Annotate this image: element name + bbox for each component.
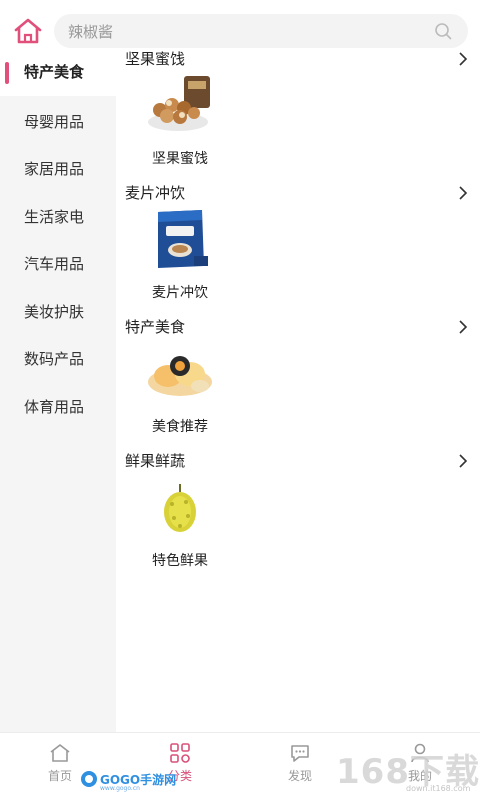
category-sidebar: 特产美食 母婴用品 家居用品 生活家电 汽车用品 美妆护肤 数码产品 体育用品: [0, 48, 116, 732]
category-section: 鲜果鲜蔬 特色鲜果: [116, 450, 480, 584]
sidebar-item-label: 汽车用品: [24, 255, 85, 273]
subcategory-label: 特色鲜果: [152, 553, 208, 569]
sidebar-item-label: 特产美食: [24, 63, 85, 81]
search-input[interactable]: 辣椒酱: [54, 14, 468, 48]
sidebar-item-sports[interactable]: 体育用品: [0, 383, 116, 431]
chevron-right-icon[interactable]: [458, 186, 468, 200]
sidebar-item-label: 数码产品: [24, 350, 85, 368]
durian-image: [164, 484, 196, 532]
subcategory-item[interactable]: 坚果蜜饯: [138, 72, 222, 172]
sidebar-item-beauty[interactable]: 美妆护肤: [0, 288, 116, 336]
chevron-right-icon[interactable]: [458, 454, 468, 468]
chevron-right-icon[interactable]: [458, 320, 468, 334]
sidebar-item-label: 体育用品: [24, 398, 85, 416]
gogo-logo-icon: [81, 771, 97, 787]
active-indicator: [5, 62, 9, 84]
sidebar-item-label: 生活家电: [24, 208, 85, 226]
coffee-pack-image: [158, 210, 208, 268]
gogo-watermark: GOGO手游网 www.gogo.cn: [80, 768, 192, 792]
watermark-subtext: down.it168.com: [406, 784, 471, 793]
home-button[interactable]: [12, 16, 44, 46]
home-icon: [14, 18, 42, 44]
subcategory-item[interactable]: 特色鲜果: [138, 474, 222, 574]
sidebar-item-label: 母婴用品: [24, 113, 85, 131]
section-title[interactable]: 麦片冲饮: [125, 182, 185, 203]
sidebar-item-label: 美妆护肤: [24, 303, 85, 321]
search-icon[interactable]: [434, 22, 452, 40]
category-section: 特产美食 美食推荐: [116, 316, 480, 450]
subcategory-label: 麦片冲饮: [152, 285, 208, 301]
category-content: 坚果蜜饯 坚果蜜饯 麦片冲饮 麦片冲饮 特产美食 美食推荐 鲜果鲜蔬 特色鲜果: [116, 48, 480, 732]
grid-icon: [170, 743, 190, 763]
subcategory-label: 坚果蜜饯: [152, 151, 208, 167]
section-title[interactable]: 坚果蜜饯: [125, 48, 185, 69]
sidebar-item-appliances[interactable]: 生活家电: [0, 193, 116, 241]
sidebar-item-baby[interactable]: 母婴用品: [0, 98, 116, 146]
watermark-subtext: www.gogo.cn: [100, 785, 140, 792]
category-section: 坚果蜜饯 坚果蜜饯: [116, 48, 480, 182]
nuts-image: [148, 76, 210, 131]
subcategory-label: 美食推荐: [152, 419, 208, 435]
section-title[interactable]: 鲜果鲜蔬: [125, 450, 185, 471]
168-watermark: 168下载 down.it168.com: [336, 744, 479, 796]
sidebar-item-label: 家居用品: [24, 160, 85, 178]
sidebar-item-car[interactable]: 汽车用品: [0, 240, 116, 288]
subcategory-item[interactable]: 麦片冲饮: [138, 206, 222, 306]
pastry-image: [148, 356, 212, 396]
subcategory-item[interactable]: 美食推荐: [138, 340, 222, 440]
sidebar-item-specialty-food[interactable]: 特产美食: [0, 48, 116, 96]
search-placeholder: 辣椒酱: [68, 23, 114, 41]
chat-icon: [291, 745, 309, 762]
section-title[interactable]: 特产美食: [125, 316, 185, 337]
sidebar-item-home[interactable]: 家居用品: [0, 145, 116, 193]
home-icon: [50, 744, 70, 762]
chevron-right-icon[interactable]: [458, 52, 468, 66]
sidebar-item-digital[interactable]: 数码产品: [0, 335, 116, 383]
category-section: 麦片冲饮 麦片冲饮: [116, 182, 480, 316]
